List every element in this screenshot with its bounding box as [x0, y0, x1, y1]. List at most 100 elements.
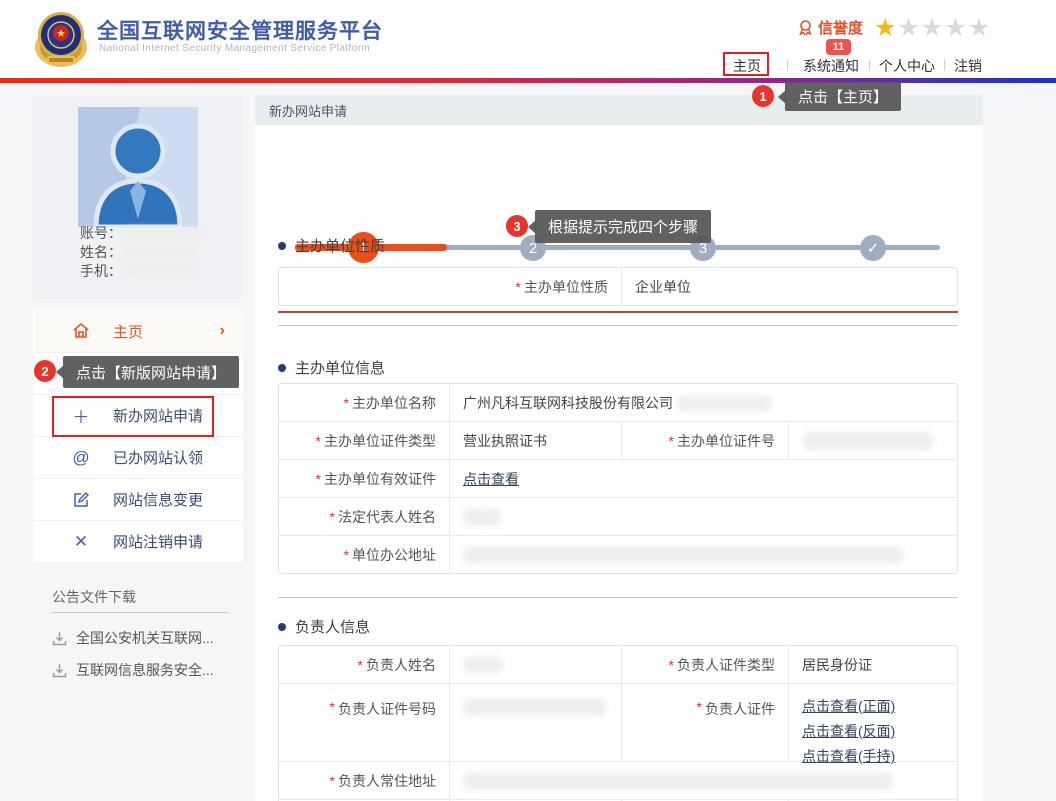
account-name-row: 姓名：	[80, 242, 198, 262]
platform-title: 全国互联网安全管理服务平台	[97, 15, 383, 45]
notification-badge: 11	[826, 39, 851, 55]
redacted-value	[802, 432, 934, 450]
sidebar-item-claim-website[interactable]: @ 已办网站认领	[33, 436, 243, 478]
field-label: *主办单位有效证件	[279, 460, 449, 497]
nav-separator: |	[943, 57, 946, 71]
field-value-office-addr	[449, 536, 957, 573]
field-value-org-cert-file: 点击查看	[449, 460, 957, 497]
field-label: *法定代表人姓名	[279, 498, 449, 535]
annotation-step-number-2: 2	[34, 360, 56, 382]
home-icon	[71, 322, 91, 340]
star-icon: ★	[874, 14, 897, 42]
field-label: *主办单位名称	[279, 384, 449, 421]
avatar	[78, 107, 198, 227]
edit-icon	[71, 491, 91, 508]
view-cert-link[interactable]: 点击查看	[463, 469, 519, 489]
field-value-org-nature: 企业单位	[621, 268, 957, 305]
sidebar-item-website-cancel[interactable]: ✕ 网站注销申请	[33, 520, 243, 562]
star-icon: ★	[921, 14, 944, 42]
field-value-org-cert-type: 营业执照证书	[449, 422, 621, 459]
divider	[278, 311, 958, 313]
download-icon	[52, 631, 67, 646]
police-badge-icon: ★	[33, 9, 89, 69]
at-icon: @	[71, 448, 91, 468]
field-value-person-name	[449, 646, 621, 683]
field-label: *负责人证件号码	[279, 684, 449, 761]
section-title-person-info: 负责人信息	[278, 616, 370, 637]
chevron-right-icon: ›	[220, 322, 225, 340]
nav-separator: |	[868, 57, 871, 71]
divider	[52, 612, 228, 613]
star-icon: ★	[897, 14, 920, 42]
field-value-person-addr	[449, 762, 957, 799]
field-label: *负责人常住地址	[279, 762, 449, 799]
field-label: *负责人姓名	[279, 646, 449, 683]
page: ★ 全国互联网安全管理服务平台 National Internet Securi…	[0, 0, 1056, 801]
field-label: *负责人证件	[621, 684, 788, 761]
view-id-back-link[interactable]: 点击查看(反面)	[802, 719, 895, 744]
org-nature-table: * 主办单位性质 企业单位	[278, 267, 958, 306]
redacted-value	[463, 508, 501, 526]
close-icon: ✕	[71, 532, 91, 552]
field-value-org-name: 广州凡科互联网科技股份有限公司	[449, 384, 957, 421]
reputation-label: 信誉度	[818, 17, 863, 38]
annotation-highlight-box-menu	[52, 396, 214, 437]
person-info-table: *负责人姓名 *负责人证件类型 居民身份证 *负责人证件号码 *负责人证	[278, 645, 958, 801]
sidebar-item-home[interactable]: 主页 ›	[33, 310, 243, 352]
annotation-tooltip-3: 根据提示完成四个步骤	[535, 210, 711, 243]
annotation-step-number-1: 1	[752, 85, 774, 107]
sidebar-item-label: 已办网站认领	[113, 447, 203, 468]
redacted-value	[122, 265, 196, 277]
account-number-row: 账号：	[80, 223, 204, 243]
divider	[278, 597, 958, 598]
star-icon: ★	[944, 14, 967, 42]
nav-personal-center[interactable]: 个人中心	[879, 56, 935, 76]
sidebar-item-label: 主页	[113, 321, 143, 342]
sidebar-item-website-info-change[interactable]: 网站信息变更	[33, 478, 243, 520]
annotation-tooltip-1: 点击【主页】	[785, 82, 901, 111]
download-icon	[52, 663, 67, 678]
org-info-table: *主办单位名称 广州凡科互联网科技股份有限公司 *主办单位证件类型 营业执照证书…	[278, 383, 958, 574]
main-panel: 新办网站申请 1 2 3 ✓ 网站开办主体 网站基本信息 网站负责人 提示说明 …	[255, 95, 983, 801]
download-item[interactable]: 互联网信息服务安全...	[52, 660, 214, 680]
field-label: *负责人证件类型	[621, 646, 788, 683]
redacted-value	[677, 395, 772, 411]
sidebar-item-label: 网站注销申请	[113, 531, 203, 552]
download-item-label: 全国公安机关互联网...	[76, 628, 214, 648]
view-id-front-link[interactable]: 点击查看(正面)	[802, 694, 895, 719]
star-icon: ★	[968, 14, 991, 42]
account-number-label: 账号：	[80, 223, 122, 243]
redacted-value	[122, 246, 198, 258]
account-panel: 账号： 姓名： 手机：	[33, 95, 243, 299]
svg-text:★: ★	[56, 28, 66, 40]
redacted-value	[463, 772, 893, 790]
field-value-person-id-files: 点击查看(正面) 点击查看(反面) 点击查看(手持)	[788, 684, 959, 761]
field-value-org-cert-no	[788, 422, 959, 459]
field-value-person-id-no	[449, 684, 621, 761]
account-phone-label: 手机：	[80, 261, 122, 281]
downloads-section-title: 公告文件下载	[52, 587, 136, 607]
redacted-value	[463, 657, 503, 673]
star-rating: ★★★★★	[874, 13, 991, 43]
redacted-value	[463, 546, 903, 564]
medal-icon	[797, 19, 814, 36]
section-title-org-info: 主办单位信息	[278, 357, 385, 378]
nav-separator: |	[786, 57, 789, 71]
step-circle-check-icon: ✓	[860, 235, 886, 261]
nav-logout[interactable]: 注销	[954, 56, 982, 76]
field-label: * 主办单位性质	[279, 268, 621, 305]
field-value-person-id-type: 居民身份证	[788, 646, 959, 683]
field-label: *主办单位证件类型	[279, 422, 449, 459]
download-item[interactable]: 全国公安机关互联网...	[52, 628, 214, 648]
section-title-org-nature: 主办单位性质	[278, 235, 385, 256]
account-phone-row: 手机：	[80, 261, 196, 281]
field-label: *主办单位证件号	[621, 422, 788, 459]
divider	[278, 325, 958, 326]
platform-subtitle: National Internet Security Management Se…	[99, 43, 370, 54]
nav-system-notice[interactable]: 系统通知	[803, 56, 859, 76]
redacted-value	[122, 227, 204, 239]
field-value-legal-rep	[449, 498, 957, 535]
sidebar-item-label: 网站信息变更	[113, 489, 203, 510]
redacted-value	[463, 698, 606, 716]
annotation-step-number-3: 3	[506, 215, 528, 237]
